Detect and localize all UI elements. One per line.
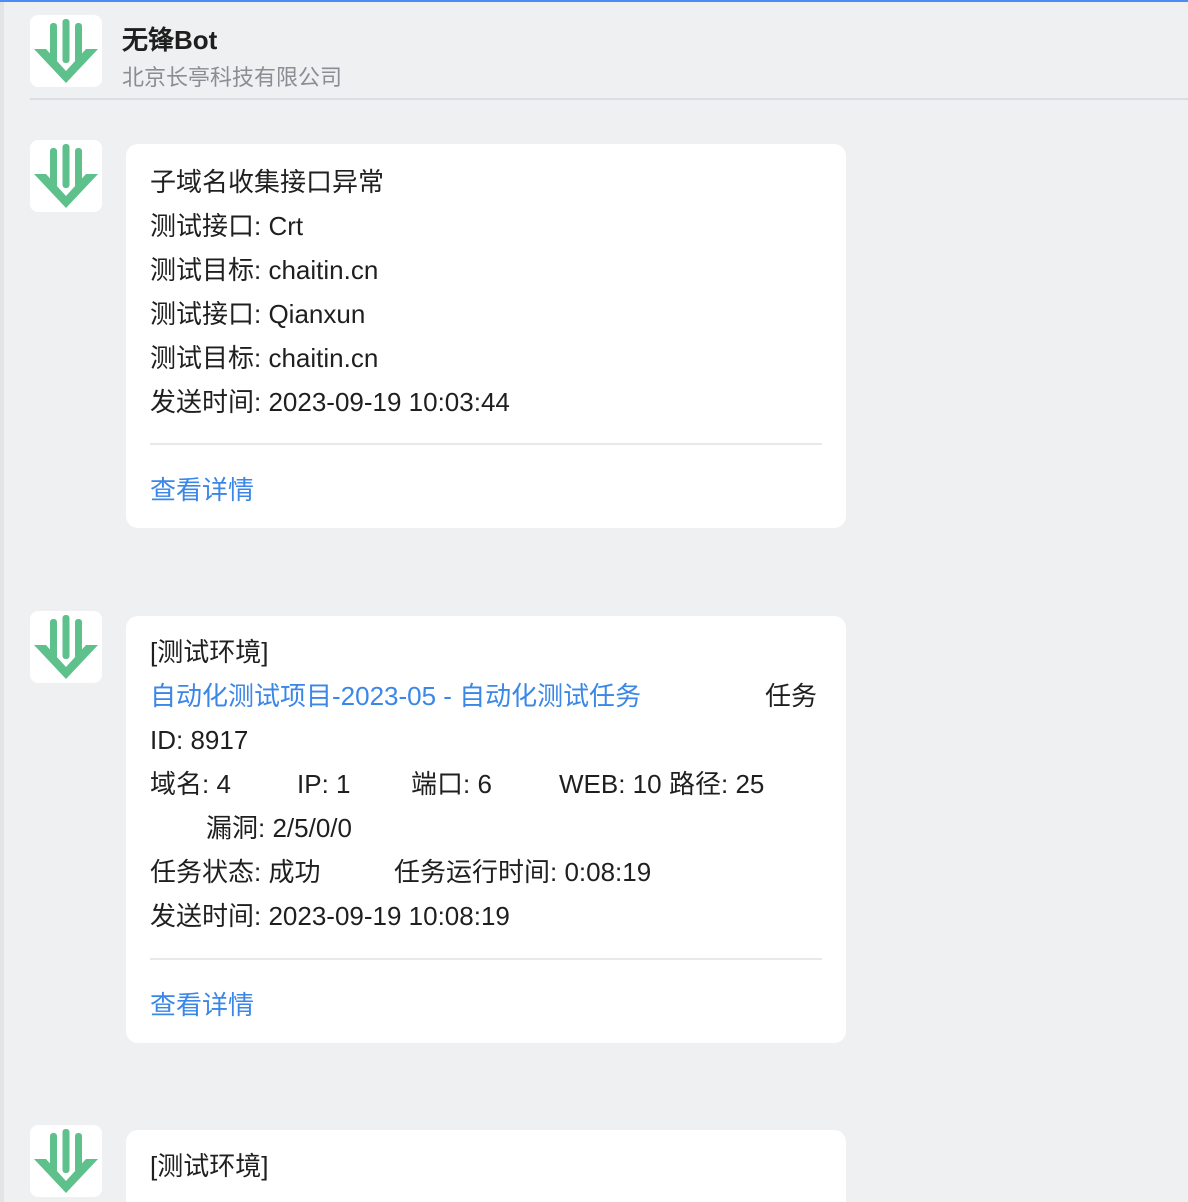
project-task-link[interactable]: 自动化测试项目-2023-05 - 自动化测试任务 bbox=[150, 678, 641, 714]
task-status: 任务状态: 成功 bbox=[150, 857, 321, 887]
wufeng-logo-icon bbox=[34, 19, 98, 83]
message-card: [测试环境] bbox=[126, 1130, 846, 1202]
stat-domains: 域名: 4 bbox=[150, 769, 231, 799]
wufeng-logo-icon bbox=[34, 144, 98, 208]
bot-name[interactable]: 无锋Bot bbox=[122, 20, 217, 57]
wufeng-logo-icon bbox=[34, 615, 98, 679]
message-avatar[interactable] bbox=[30, 611, 102, 683]
task-runtime: 任务运行时间: 0:08:19 bbox=[394, 857, 652, 887]
message-title: [测试环境] bbox=[150, 1151, 269, 1181]
stat-web: WEB: 10 bbox=[559, 769, 662, 799]
task-id: ID: 8917 bbox=[150, 725, 249, 755]
message-sent-time: 发送时间: 2023-09-19 10:08:19 bbox=[150, 901, 510, 931]
message-line: 测试目标: chaitin.cn bbox=[150, 343, 379, 373]
message-card: 子域名收集接口异常 测试接口: Crt 测试目标: chaitin.cn 测试接… bbox=[126, 144, 846, 528]
chat-header: 无锋Bot 北京长亭科技有限公司 bbox=[4, 2, 1188, 99]
message-title: 子域名收集接口异常 bbox=[150, 167, 385, 197]
bot-company: 北京长亭科技有限公司 bbox=[122, 65, 343, 90]
message-sent-time: 发送时间: 2023-09-19 10:03:44 bbox=[150, 387, 510, 417]
left-edge-border bbox=[0, 2, 4, 1202]
message-title: [测试环境] bbox=[150, 637, 269, 667]
stat-paths: 路径: 25 bbox=[669, 769, 765, 799]
view-details-link[interactable]: 查看详情 bbox=[150, 987, 254, 1023]
stat-vulns: 漏洞: 2/5/0/0 bbox=[206, 813, 352, 843]
header-divider bbox=[30, 98, 1188, 100]
message-line: 测试接口: Crt bbox=[150, 211, 304, 241]
bot-avatar[interactable] bbox=[30, 15, 102, 87]
message-avatar[interactable] bbox=[30, 140, 102, 212]
view-details-link[interactable]: 查看详情 bbox=[150, 472, 254, 508]
stat-ports: 端口: 6 bbox=[411, 769, 492, 799]
card-divider bbox=[150, 443, 822, 445]
message-avatar[interactable] bbox=[30, 1125, 102, 1197]
card-divider bbox=[150, 958, 822, 960]
wufeng-logo-icon bbox=[34, 1129, 98, 1193]
stat-ip: IP: 1 bbox=[297, 769, 351, 799]
message-line: 测试接口: Qianxun bbox=[150, 299, 366, 329]
chat-window: 无锋Bot 北京长亭科技有限公司 子域名收集接口异常 测试接口: Crt 测试目… bbox=[0, 0, 1188, 1202]
message-card: [测试环境] 自动化测试项目-2023-05 - 自动化测试任务 任务 ID: … bbox=[126, 616, 846, 1043]
task-label: 任务 bbox=[765, 681, 818, 711]
message-line: 测试目标: chaitin.cn bbox=[150, 255, 379, 285]
